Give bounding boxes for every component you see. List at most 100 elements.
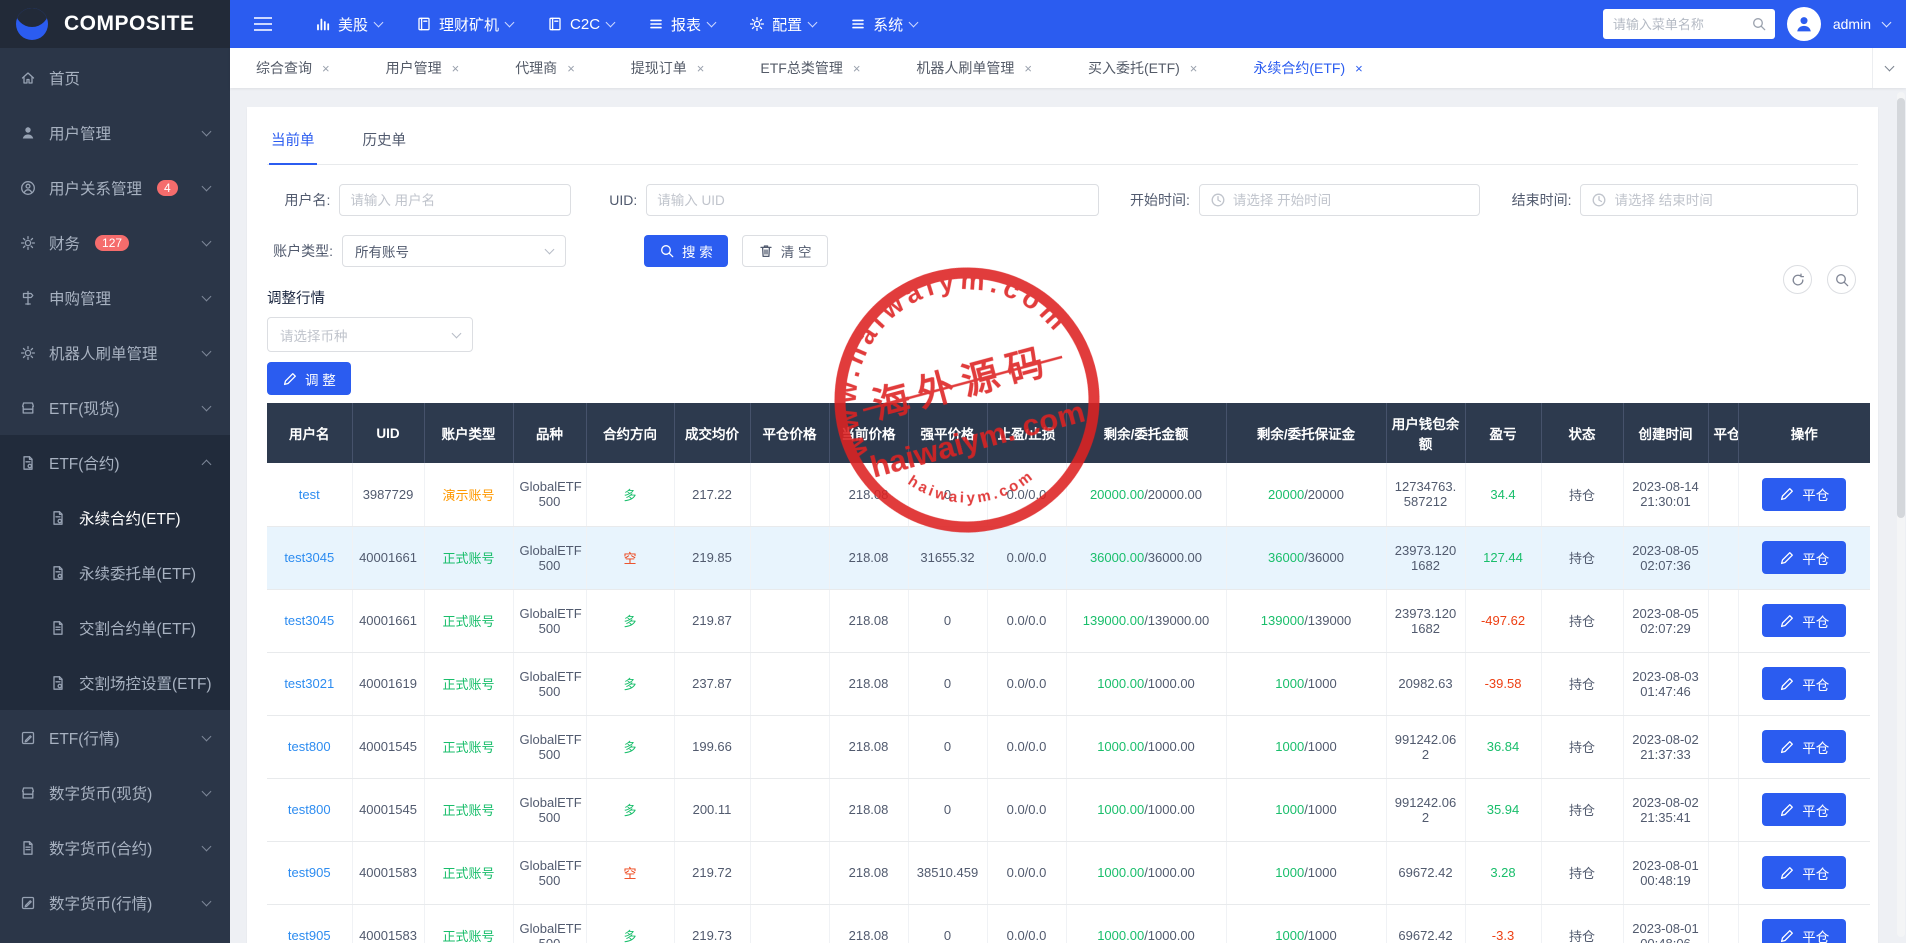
cell-direction: 多 xyxy=(586,589,674,652)
sidebar-subitem[interactable]: 永续委托单(ETF) xyxy=(0,545,230,600)
account-type-select[interactable]: 所有账号 xyxy=(342,235,566,267)
cell-status: 持仓 xyxy=(1541,715,1623,778)
close-position-label: 平仓 xyxy=(1802,548,1829,568)
tab-item[interactable]: ETF总类管理× xyxy=(760,58,860,78)
search-icon[interactable] xyxy=(1751,16,1767,32)
page-scrollbar-thumb[interactable] xyxy=(1897,98,1905,518)
sidebar-item[interactable]: 数字货币(行情) xyxy=(0,875,230,930)
close-icon[interactable]: × xyxy=(452,61,460,76)
close-position-button[interactable]: 平仓 xyxy=(1762,541,1846,574)
cell-remaining-amount: 1000.00/1000.00 xyxy=(1066,652,1226,715)
hamburger-menu-icon[interactable] xyxy=(254,17,272,31)
table-tools xyxy=(1783,265,1856,294)
tab-item[interactable]: 永续合约(ETF)× xyxy=(1253,58,1362,78)
open-tabs-strip: 综合查询× 用户管理× 代理商× 提现订单× ETF总类管理× 机器人刷单管理× 买入委托(… xyxy=(230,48,1906,88)
admin-username[interactable]: admin xyxy=(1833,16,1871,32)
close-icon[interactable]: × xyxy=(697,61,705,76)
username-input[interactable] xyxy=(350,193,559,208)
topnav-menu-item[interactable]: 系统 xyxy=(833,0,934,48)
close-position-button[interactable]: 平仓 xyxy=(1762,856,1846,889)
topnav-right: admin xyxy=(1603,7,1890,41)
username-link[interactable]: test3021 xyxy=(284,676,334,691)
username-link[interactable]: test905 xyxy=(288,928,331,943)
menu-search-input[interactable] xyxy=(1613,17,1751,32)
page-scrollbar xyxy=(1897,92,1905,937)
clear-button[interactable]: 清 空 xyxy=(742,235,828,267)
topnav-menu-item[interactable]: C2C xyxy=(530,0,631,48)
tab-item[interactable]: 综合查询× xyxy=(256,58,330,78)
close-position-button[interactable]: 平仓 xyxy=(1762,919,1846,943)
cell-action: 平仓 xyxy=(1738,715,1870,778)
tab-item[interactable]: 买入委托(ETF)× xyxy=(1088,58,1197,78)
end-time-field[interactable] xyxy=(1580,184,1858,216)
sidebar-item[interactable]: 数字货币(合约) xyxy=(0,820,230,875)
username-link[interactable]: test3045 xyxy=(284,613,334,628)
close-icon[interactable]: × xyxy=(1355,61,1363,76)
column-header: 盈亏 xyxy=(1465,403,1541,463)
sidebar-item[interactable]: 首页 xyxy=(0,50,230,105)
sidebar-subitem[interactable]: 永续合约(ETF) xyxy=(0,490,230,545)
order-tab[interactable]: 历史单 xyxy=(361,123,409,164)
close-icon[interactable]: × xyxy=(1190,61,1198,76)
coin-select[interactable]: 请选择币种 xyxy=(267,317,473,352)
sidebar-item[interactable]: ETF(行情) xyxy=(0,710,230,765)
sidebar-item[interactable]: 用户关系管理4 xyxy=(0,160,230,215)
close-icon[interactable]: × xyxy=(1024,61,1032,76)
topnav-menu-item[interactable]: 理财矿机 xyxy=(399,0,530,48)
close-icon[interactable]: × xyxy=(853,61,861,76)
topnav-menu-label: 美股 xyxy=(338,14,368,35)
close-position-button[interactable]: 平仓 xyxy=(1762,478,1846,511)
tab-item[interactable]: 代理商× xyxy=(515,58,575,78)
topnav-menu-item[interactable]: 美股 xyxy=(298,0,399,48)
close-position-button[interactable]: 平仓 xyxy=(1762,604,1846,637)
cell-account-type: 正式账号 xyxy=(424,904,513,943)
cell-close-time xyxy=(1708,841,1738,904)
topnav-menu-item[interactable]: 配置 xyxy=(732,0,833,48)
sidebar-item[interactable]: 用户管理 xyxy=(0,105,230,160)
close-position-button[interactable]: 平仓 xyxy=(1762,793,1846,826)
username-link[interactable]: test800 xyxy=(288,802,331,817)
chevron-down-icon xyxy=(707,18,717,28)
sidebar-item[interactable]: ETF(现货) xyxy=(0,380,230,435)
username-link[interactable]: test905 xyxy=(288,865,331,880)
column-header: 成交均价 xyxy=(674,403,750,463)
sidebar-item[interactable]: ETF(合约) xyxy=(0,435,230,490)
adjust-button[interactable]: 调 整 xyxy=(267,362,351,395)
end-time-input[interactable] xyxy=(1614,193,1847,208)
tab-item[interactable]: 机器人刷单管理× xyxy=(916,58,1032,78)
search-toggle-button[interactable] xyxy=(1827,265,1856,294)
close-position-button[interactable]: 平仓 xyxy=(1762,667,1846,700)
column-header: 剩余/委托保证金 xyxy=(1226,403,1386,463)
chevron-down-icon[interactable] xyxy=(1882,18,1892,28)
order-tab[interactable]: 当前单 xyxy=(269,123,317,165)
username-link[interactable]: test xyxy=(299,487,320,502)
uid-input[interactable] xyxy=(657,193,1087,208)
pencil-icon xyxy=(1779,613,1795,629)
tab-item[interactable]: 用户管理× xyxy=(386,58,460,78)
close-icon[interactable]: × xyxy=(567,61,575,76)
username-link[interactable]: test800 xyxy=(288,739,331,754)
topnav-menu-item[interactable]: 报表 xyxy=(631,0,732,48)
sidebar-subitem[interactable]: 交割场控设置(ETF) xyxy=(0,655,230,710)
close-icon[interactable]: × xyxy=(322,61,330,76)
chevron-down-icon xyxy=(505,18,515,28)
start-time-input[interactable] xyxy=(1233,193,1469,208)
avatar[interactable] xyxy=(1787,7,1821,41)
sidebar-item[interactable]: 机器人刷单管理 xyxy=(0,325,230,380)
sidebar-subitem[interactable]: 交割合约单(ETF) xyxy=(0,600,230,655)
refresh-button[interactable] xyxy=(1783,265,1812,294)
tabs-overflow-button[interactable] xyxy=(1872,48,1906,88)
notification-badge: 127 xyxy=(95,235,129,251)
search-button[interactable]: 搜 索 xyxy=(644,235,728,267)
sidebar-item[interactable]: 数字货币(现货) xyxy=(0,765,230,820)
sidebar-item[interactable]: 申购管理 xyxy=(0,270,230,325)
close-position-button[interactable]: 平仓 xyxy=(1762,730,1846,763)
sidebar-item[interactable]: 财务127 xyxy=(0,215,230,270)
cell-direction: 多 xyxy=(586,715,674,778)
tab-item[interactable]: 提现订单× xyxy=(631,58,705,78)
pencil-icon xyxy=(1779,739,1795,755)
doc-icon xyxy=(50,620,66,636)
username-link[interactable]: test3045 xyxy=(284,550,334,565)
start-time-field[interactable] xyxy=(1199,184,1480,216)
cell-symbol: GlobalETF 500 xyxy=(513,715,586,778)
